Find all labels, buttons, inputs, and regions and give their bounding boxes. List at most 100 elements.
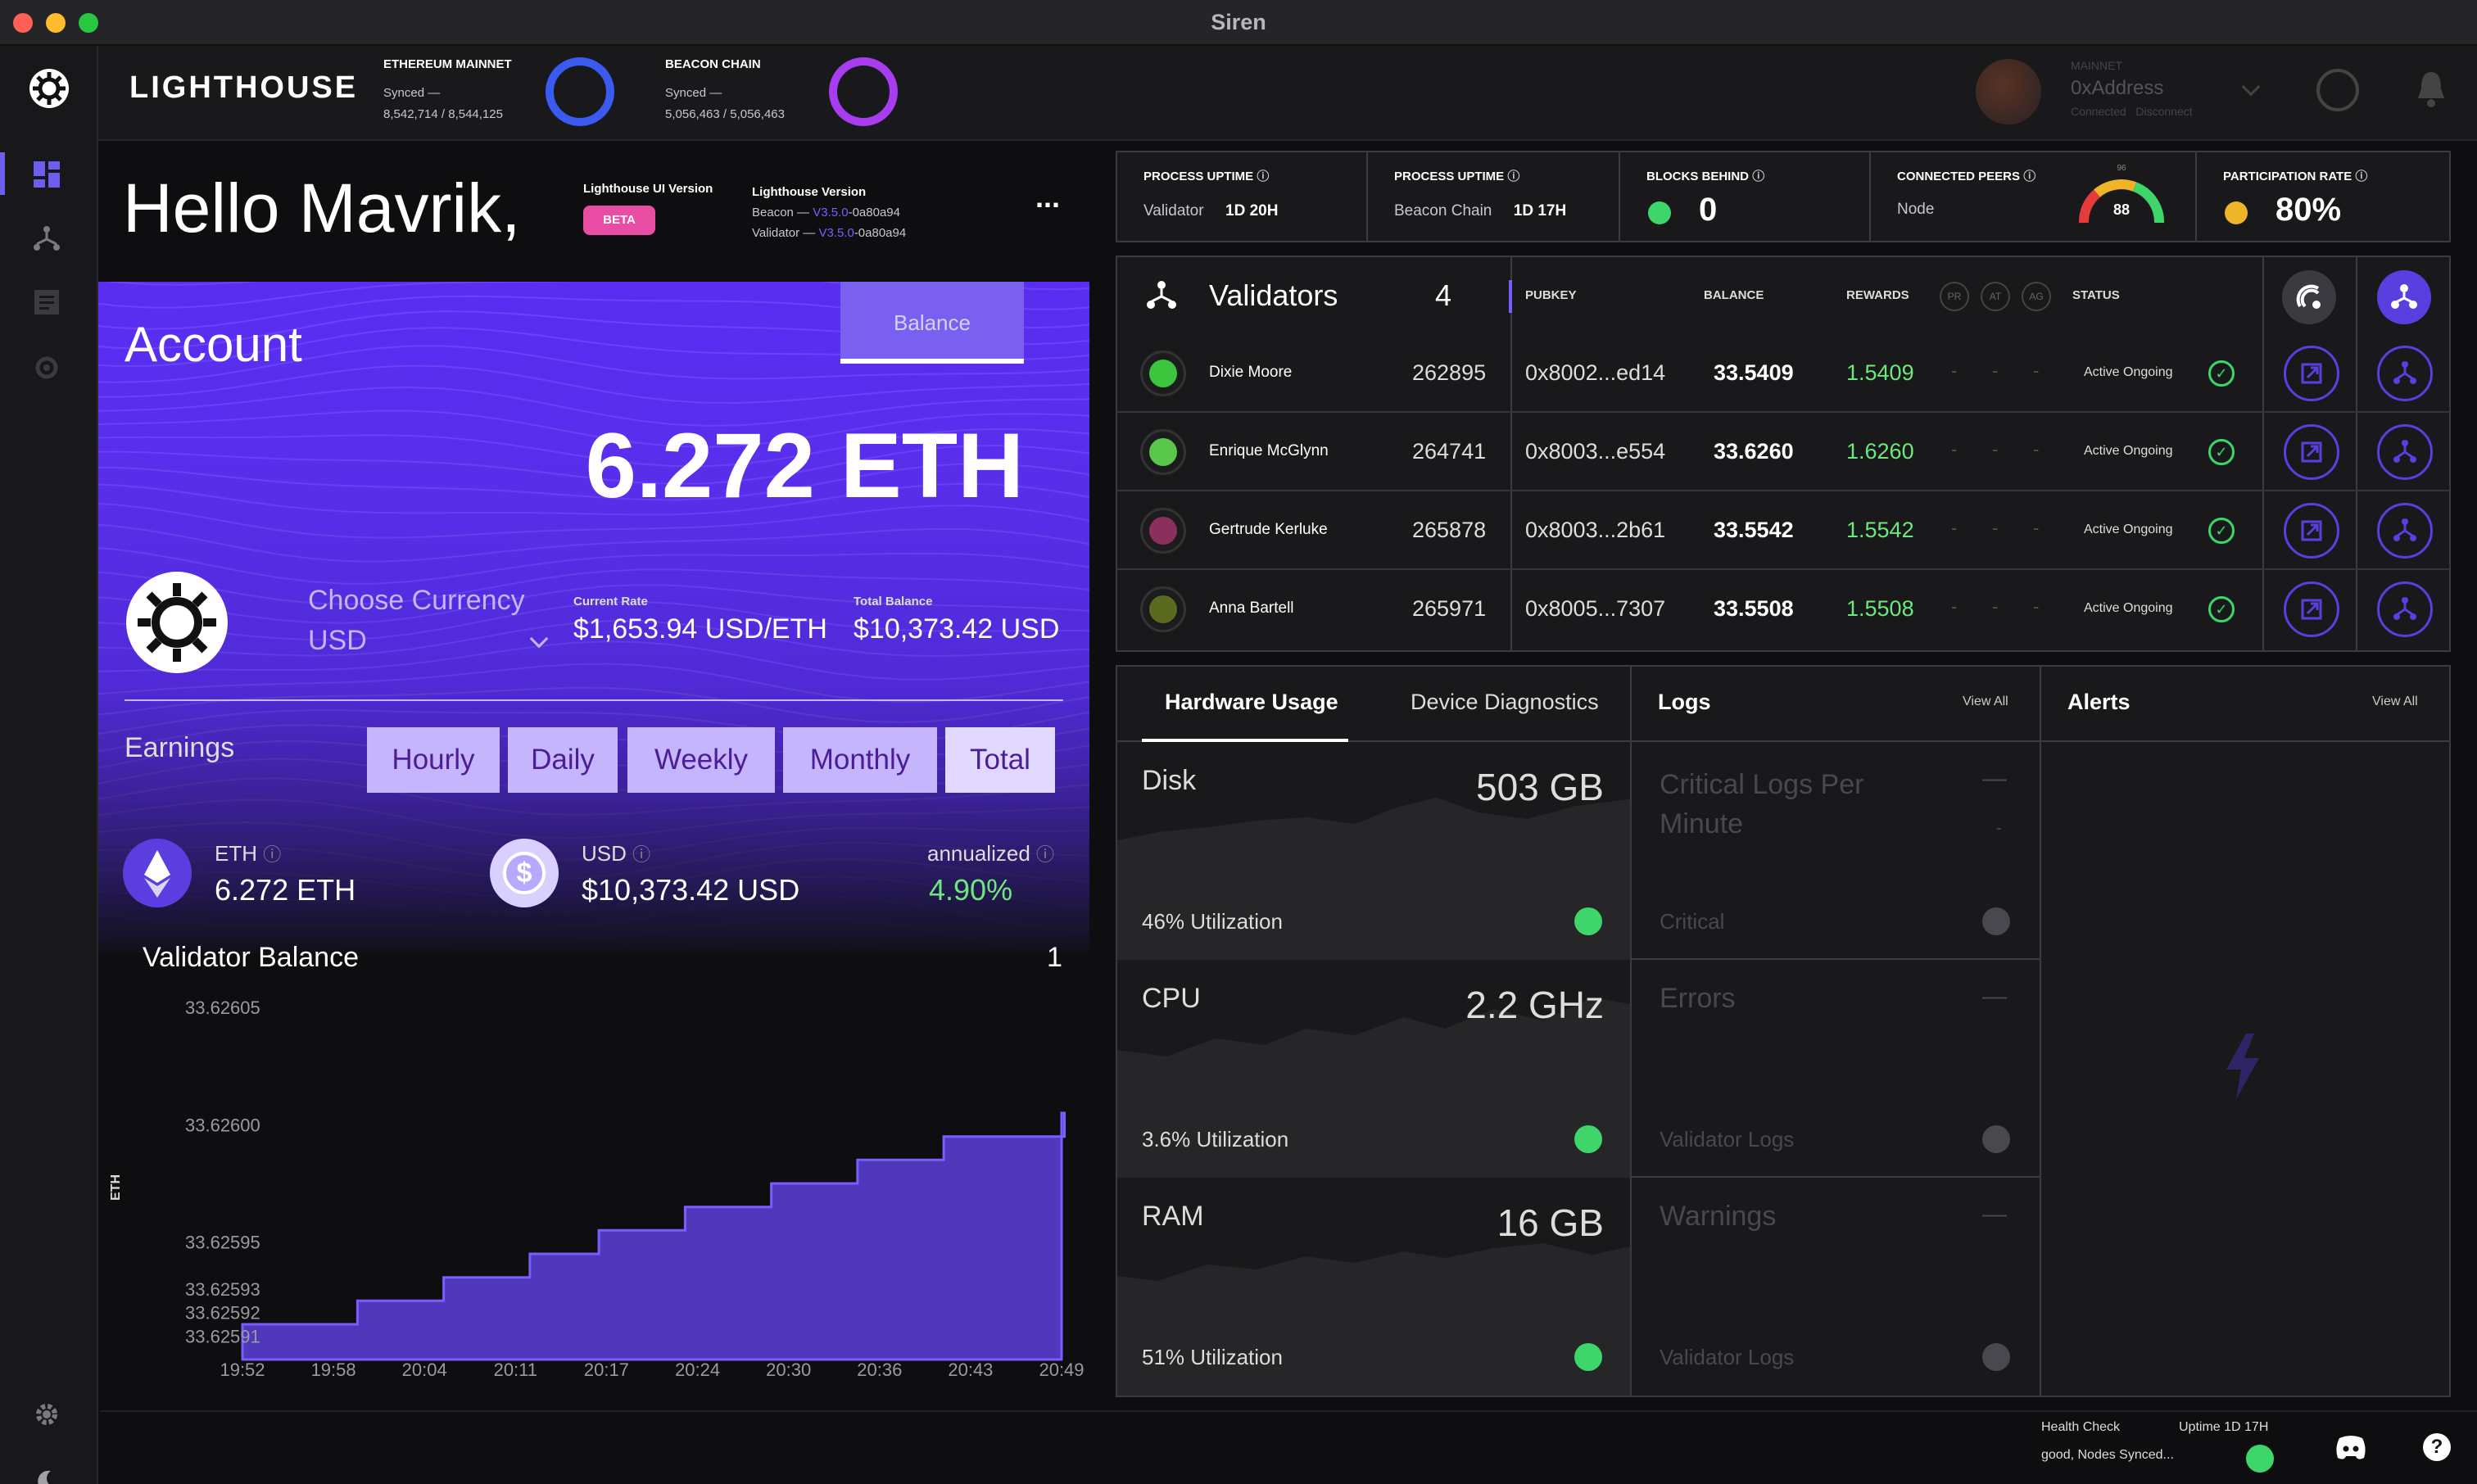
dark-mode-moon-icon[interactable] [33,1468,61,1484]
y-axis-label: ETH [109,1174,123,1201]
validator-pubkey: 0x8003...2b61 [1525,518,1666,542]
y-tick-label: 33.62591 [185,1326,260,1346]
x-tick-label: 19:58 [311,1360,356,1380]
stat-value: 1D 20H [1225,202,1279,219]
balance-tab[interactable]: Balance [840,282,1024,364]
stat-sub: Beacon Chain [1394,202,1492,219]
validator-network-button[interactable] [2377,424,2433,480]
validator-index: 265971 [1412,596,1487,621]
x-tick-label: 20:17 [584,1360,629,1380]
validator-rewards: 1.6260 [1846,439,1914,464]
earnings-tab-daily[interactable]: Daily [508,727,618,793]
add-validator-button[interactable] [2377,270,2431,324]
table-row[interactable]: Anna Bartell 265971 0x8005...7307 33.550… [1117,570,2449,649]
ethereum-network-status: ETHEREUM MAINNET Synced — 8,542,714 / 8,… [383,57,512,125]
network-sync-status: Synced — [665,86,722,100]
tab-hardware-usage[interactable]: Hardware Usage [1165,690,1338,715]
table-row[interactable]: Gertrude Kerluke 265878 0x8003...2b61 33… [1117,491,2449,570]
grafana-nav-icon[interactable] [33,354,61,386]
network-sync-progress: 8,542,714 / 8,544,125 [383,107,503,121]
column-pr: PR [1940,282,1969,311]
log-label: Warnings [1660,1201,1777,1232]
window-title: Siren [1211,10,1266,34]
table-row[interactable]: Dixie Moore 262895 0x8002...ed14 33.5409… [1117,334,2449,413]
stat-label: PROCESS UPTIME [1394,170,1505,183]
settings-gear-icon[interactable] [33,1400,61,1432]
validator-network-button[interactable] [2377,581,2433,637]
info-icon: ⓘ [1036,844,1055,865]
earnings-tab-hourly[interactable]: Hourly [367,727,500,793]
earnings-tab-total[interactable]: Total [945,727,1055,793]
account-avatar[interactable] [1976,59,2041,124]
clock-history-icon[interactable] [2316,69,2359,111]
validator-avatar [1140,429,1186,475]
account-dropdown[interactable]: MAINNET 0xAddress Connected Disconnect [2071,59,2193,118]
tab-device-diagnostics[interactable]: Device Diagnostics [1411,690,1599,715]
logs-title: Logs [1658,690,1711,714]
logs-view-all-link[interactable]: View All [1963,694,2008,709]
validator-balance: 33.5542 [1714,518,1794,542]
discord-icon[interactable] [2334,1435,2367,1465]
y-tick-label: 33.62605 [185,998,260,1018]
dashboard-icon[interactable] [33,161,61,192]
check-circle-icon: ✓ [2208,360,2235,387]
account-title: Account [125,317,302,372]
y-tick-label: 33.62600 [185,1115,260,1135]
validator-network-button[interactable] [2377,503,2433,559]
import-validator-button[interactable] [2282,270,2336,324]
check-circle-icon: ✓ [2208,518,2235,544]
annualized-label: annualized ⓘ [927,840,1054,866]
currency-select[interactable]: Choose Currency USD [308,585,554,657]
lighthouse-logo-icon[interactable] [29,69,69,108]
validators-title: Validators [1209,278,1338,312]
stat-participation-rate: PARTICIPATION RATE ⓘ 80% [2223,167,2368,228]
validator-index: 265878 [1412,518,1487,542]
help-icon[interactable]: ? [2423,1433,2451,1461]
currency-logo-icon [126,572,228,673]
validator-details-button[interactable] [2284,503,2339,559]
validator-details-button[interactable] [2284,581,2339,637]
more-options-button[interactable]: ... [1035,180,1060,215]
earnings-tab-weekly[interactable]: Weekly [627,727,775,793]
column-accent [1509,280,1512,313]
validators-nav-icon[interactable] [33,224,61,256]
check-circle-icon: ✓ [2208,596,2235,622]
gauge-value: 88 [2112,201,2131,218]
logs-nav-icon[interactable] [33,288,61,320]
divider [2195,152,2197,241]
eth-earnings-value: 6.272 ETH [215,873,356,907]
usd-label: USD ⓘ [582,840,650,866]
validator-details-button[interactable] [2284,346,2339,401]
validator-pubkey: 0x8005...7307 [1525,596,1666,621]
hardware-utilization: 46% Utilization [1142,909,1283,934]
notification-bell-icon[interactable] [2415,69,2448,112]
validator-network-button[interactable] [2377,346,2433,401]
info-icon: ⓘ [2355,170,2368,183]
x-tick-label: 20:30 [766,1360,811,1380]
info-icon: ⓘ [1507,170,1520,183]
divider [1366,152,1368,241]
validators-count: 4 [1435,278,1452,312]
gauge-max: 96 [2117,164,2126,173]
table-row[interactable]: Enrique McGlynn 264741 0x8003...e554 33.… [1117,413,2449,491]
hardware-utilization: 51% Utilization [1142,1345,1283,1369]
hardware-cpu-cell: CPU 2.2 GHz 3.6% Utilization [1117,960,1630,1178]
alerts-view-all-link[interactable]: View All [2372,694,2418,709]
stat-label: PROCESS UPTIME [1143,170,1254,183]
log-sub: Validator Logs [1660,1127,1795,1151]
validator-avatar [1140,508,1186,554]
network-sync-progress: 5,056,463 / 5,056,463 [665,107,785,121]
annualized-value: 4.90% [929,873,1013,907]
validator-avatar [1140,586,1186,632]
beta-badge: BETA [583,206,655,235]
log-sub: Validator Logs [1660,1345,1795,1369]
validator-version-hash: -0a80a94 [854,226,907,240]
validator-details-button[interactable] [2284,424,2339,480]
validator-pubkey: 0x8002...ed14 [1525,360,1666,385]
status-dot [1574,1125,1602,1153]
x-tick-label: 19:52 [220,1360,265,1380]
disconnect-link[interactable]: Disconnect [2135,105,2192,118]
earnings-tab-monthly[interactable]: Monthly [783,727,937,793]
x-tick-label: 20:11 [494,1360,537,1380]
status-dot [2225,201,2248,224]
